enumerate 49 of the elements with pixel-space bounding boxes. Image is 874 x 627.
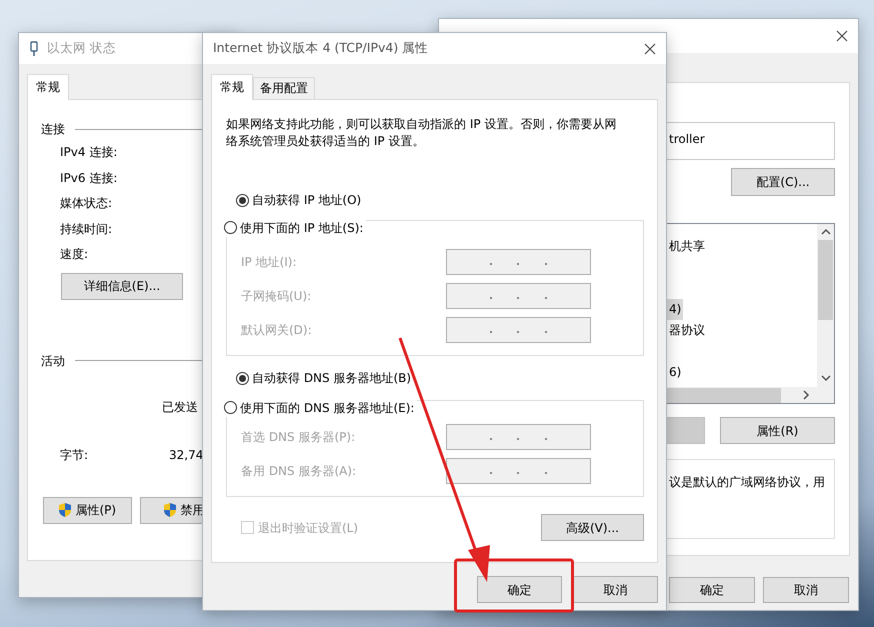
tab[interactable]: 常规	[27, 74, 69, 100]
tab[interactable]: 常规	[211, 74, 253, 100]
properties-button[interactable]: 属性(R)	[720, 417, 835, 444]
list-item[interactable]: 4)	[667, 299, 684, 320]
radio-button[interactable]: 使用下面的 DNS 服务器地址(E):	[224, 398, 418, 416]
configure-button[interactable]: 配置(C)...	[731, 168, 835, 196]
field-label: 首选 DNS 服务器(P):	[241, 429, 356, 446]
ip-address-field[interactable]	[446, 424, 591, 450]
window-title: 以太网 状态	[47, 39, 116, 58]
section-heading: 连接	[41, 121, 65, 138]
field-label: 默认网关(D):	[241, 322, 312, 339]
field-label: 备用 DNS 服务器(A):	[241, 463, 356, 480]
field-label: 子网掩码(U):	[241, 288, 312, 305]
list-item[interactable]: 6)	[667, 362, 684, 383]
ip-address-field[interactable]	[446, 317, 591, 343]
list-item[interactable]: 机共享	[667, 236, 707, 257]
network-adapter-icon	[29, 40, 39, 56]
details-button[interactable]: 详细信息(E)...	[61, 272, 183, 300]
vertical-scrollbar[interactable]	[817, 224, 834, 387]
intro-text: 如果网络支持此功能，则可以获取自动指派的 IP 设置。否则，你需要从网络系统管理员处获得适当的 IP 设置。	[226, 116, 618, 150]
field-label: IPv6 连接:	[59, 170, 118, 186]
field-label: 媒体状态:	[59, 195, 114, 212]
bytes-value: 32,74	[169, 446, 204, 464]
scrollbar-thumb[interactable]	[818, 240, 833, 320]
field-label: 速度:	[59, 246, 90, 263]
ok-button[interactable]: 确定	[477, 576, 562, 603]
section-heading: 活动	[41, 352, 65, 370]
properties-button[interactable]: 属性(P)	[43, 496, 132, 524]
scroll-down-icon	[820, 375, 830, 382]
scroll-right-icon	[802, 390, 810, 400]
advanced-button[interactable]: 高级(V)...	[541, 514, 644, 541]
ip-address-field[interactable]	[446, 283, 591, 309]
radio-button[interactable]: 使用下面的 IP 地址(S):	[224, 218, 366, 236]
cancel-button[interactable]: 取消	[573, 576, 658, 603]
close-icon	[644, 42, 656, 54]
field-label: IP 地址(I):	[241, 254, 297, 271]
list-item[interactable]: 器协议	[667, 320, 707, 341]
ip-address-field[interactable]	[446, 458, 591, 484]
field-label: 持续时间:	[59, 220, 114, 238]
close-icon	[836, 30, 848, 42]
ip-address-field[interactable]	[446, 249, 591, 275]
scroll-up-icon	[820, 228, 830, 235]
tab[interactable]: 备用配置	[253, 77, 315, 99]
field-label: IPv4 连接:	[59, 144, 118, 161]
field-label: 字节:	[60, 446, 90, 464]
cancel-button[interactable]: 取消	[763, 577, 849, 603]
window-title: Internet 协议版本 4 (TCP/IPv4) 属性	[213, 39, 428, 58]
column-heading: 已发送	[162, 398, 198, 416]
ok-button[interactable]: 确定	[669, 577, 755, 603]
